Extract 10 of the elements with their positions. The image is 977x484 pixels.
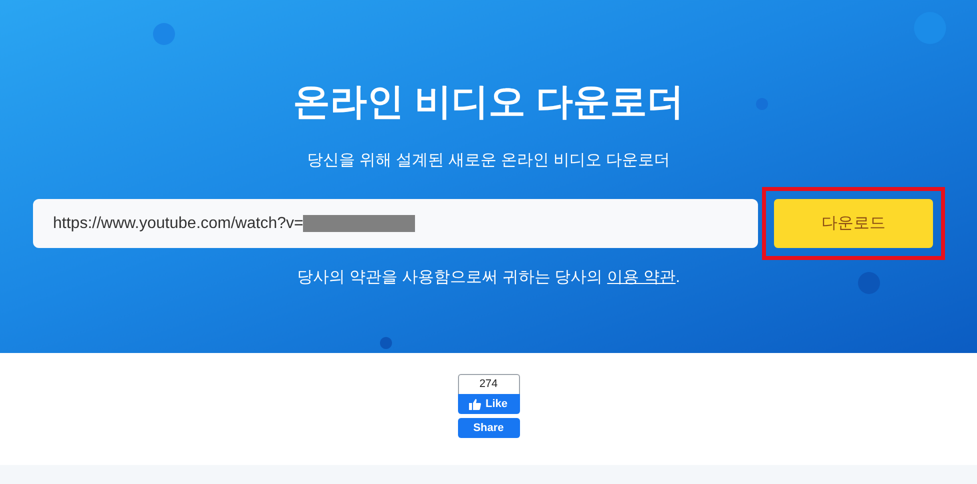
page-title: 온라인 비디오 다운로더 [293, 80, 684, 124]
terms-link[interactable]: 이용 약관 [607, 269, 676, 286]
share-button[interactable]: Share [458, 418, 520, 438]
url-text: https://www.youtube.com/watch?v= [53, 214, 304, 234]
url-input-field[interactable]: https://www.youtube.com/watch?v= [33, 199, 758, 248]
terms-text: 당사의 약관을 사용함으로써 귀하는 당사의 이용 약관. [296, 268, 680, 288]
download-button[interactable]: 다운로드 [774, 199, 933, 248]
thumbs-up-icon [469, 398, 482, 410]
like-button[interactable]: Like [458, 394, 520, 414]
subtitle: 당신을 위해 설계된 새로운 온라인 비디오 다운로더 [307, 151, 670, 171]
